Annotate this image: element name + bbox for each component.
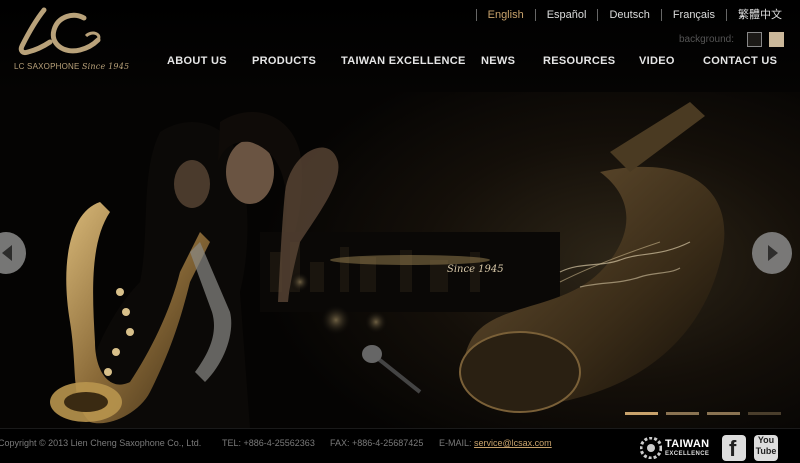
copyright-text: Copyright © 2013 Lien Cheng Saxophone Co… — [0, 438, 202, 448]
slider-dot-1[interactable] — [625, 412, 658, 415]
facebook-icon[interactable]: f — [722, 435, 746, 461]
background-dark-swatch[interactable] — [747, 32, 762, 47]
taiwan-logo-subtext: EXCELLENCE — [665, 451, 710, 457]
chevron-right-icon — [768, 245, 778, 261]
slider-dot-3[interactable] — [707, 412, 740, 415]
nav-video[interactable]: VIDEO — [639, 55, 675, 67]
lang-espanol[interactable]: Español — [534, 9, 598, 21]
lang-english[interactable]: English — [475, 9, 535, 21]
tel-text: TEL: +886-4-25562363 — [222, 438, 315, 448]
lang-francais[interactable]: Français — [660, 9, 726, 21]
background-switch: background: — [679, 32, 784, 47]
site-footer: Copyright © 2013 Lien Cheng Saxophone Co… — [0, 428, 800, 463]
nav-resources[interactable]: RESOURCES — [543, 55, 615, 67]
background-light-swatch[interactable] — [769, 32, 784, 47]
nav-taiwan-excellence[interactable]: TAIWAN EXCELLENCE — [341, 55, 466, 67]
nav-products[interactable]: PRODUCTS — [252, 55, 316, 67]
email-text: E-MAIL: service@lcsax.com — [439, 438, 552, 448]
taiwan-logo-text: TAIWAN — [665, 438, 710, 450]
chevron-left-icon — [2, 245, 12, 261]
fax-text: FAX: +886-4-25687425 — [330, 438, 424, 448]
email-link[interactable]: service@lcsax.com — [474, 438, 552, 448]
main-nav: ABOUT US PRODUCTS TAIWAN EXCELLENCE NEWS… — [0, 55, 800, 69]
lc-logo-icon — [18, 7, 101, 55]
nav-contact-us[interactable]: CONTACT US — [703, 55, 777, 67]
slider-dot-2[interactable] — [666, 412, 699, 415]
lang-chinese[interactable]: 繁體中文 — [726, 9, 782, 21]
since-1945-text: Since 1945 — [447, 264, 504, 275]
youtube-glyph: You Tube — [755, 435, 777, 456]
language-switcher: English Español Deutsch Français 繁體中文 — [475, 8, 782, 22]
nav-about-us[interactable]: ABOUT US — [167, 55, 227, 67]
taiwan-excellence-icon — [639, 436, 663, 460]
lang-deutsch[interactable]: Deutsch — [597, 9, 660, 21]
taiwan-excellence-logo[interactable]: TAIWAN EXCELLENCE — [639, 436, 715, 461]
hero-scene-image — [50, 102, 725, 428]
slider-dot-4[interactable] — [748, 412, 781, 415]
nav-news[interactable]: NEWS — [481, 55, 515, 67]
slider-next-button[interactable] — [752, 232, 792, 274]
site-header: LC SAXOPHONE Since 1945 English Español … — [0, 0, 800, 92]
background-label: background: — [678, 34, 734, 45]
slider-pagination — [625, 412, 789, 415]
email-label: E-MAIL: — [439, 438, 472, 448]
youtube-icon[interactable]: You Tube — [754, 435, 778, 461]
hero-slider: Since 1945 — [0, 92, 800, 428]
facebook-glyph: f — [729, 436, 737, 461]
